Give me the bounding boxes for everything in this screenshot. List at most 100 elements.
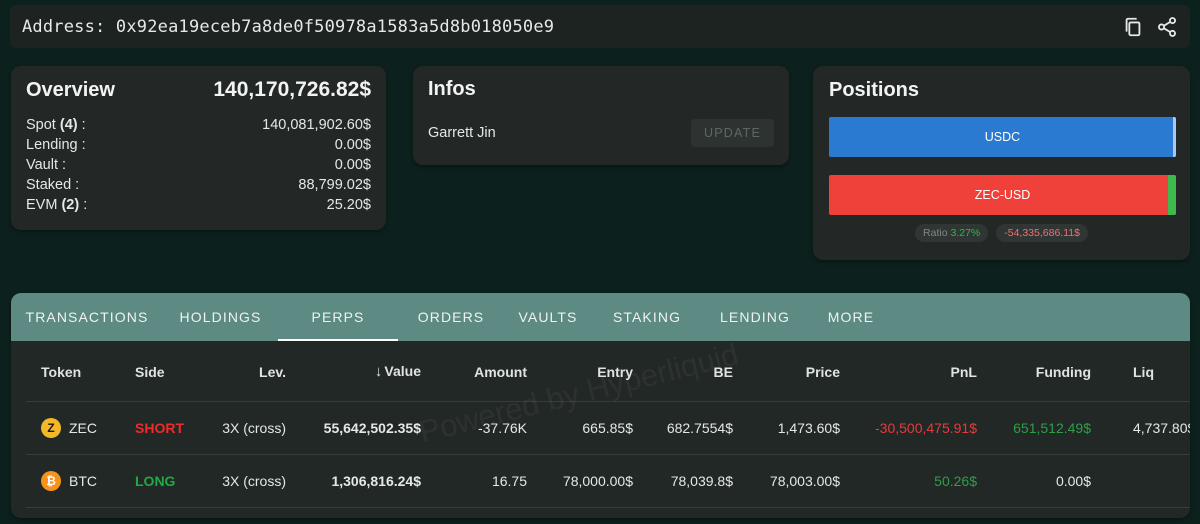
position-bar-usdc[interactable]: USDC (829, 117, 1176, 157)
zcash-coin-icon: Z (41, 417, 61, 438)
cell-lev: 3X (cross) (196, 401, 296, 455)
row-label: Staked : (26, 177, 80, 193)
cell-lev: 3X (cross) (196, 454, 296, 508)
cell-token: Z ZEC (26, 401, 119, 455)
cell-value: 1,306,816.24$ (296, 454, 431, 508)
tab-perps[interactable]: PERPS (278, 293, 398, 341)
col-header-be[interactable]: BE (643, 343, 743, 402)
cell-side: SHORT (119, 401, 196, 455)
address-bar: Address: 0x92ea19eceb7a8de0f50978a1583a5… (10, 5, 1190, 48)
tab-orders[interactable]: ORDERS (398, 293, 504, 341)
row-value: 140,081,902.60$ (262, 117, 371, 133)
col-header-token[interactable]: Token (26, 343, 119, 402)
col-header-side[interactable]: Side (119, 343, 196, 402)
col-header-amount[interactable]: Amount (431, 343, 537, 402)
overview-row-staked: Staked : 88,799.02$ (26, 175, 371, 195)
cell-be: 78,039.8$ (643, 454, 743, 508)
row-value: 0.00$ (334, 157, 371, 173)
perps-panel: TRANSACTIONS HOLDINGS PERPS ORDERS VAULT… (11, 293, 1190, 518)
row-value: 0.00$ (334, 137, 371, 153)
cell-entry: 78,000.00$ (537, 454, 643, 508)
sort-down-icon: ↓ (374, 363, 383, 381)
row-suffix: : (79, 197, 88, 213)
overview-title: Overview (26, 79, 115, 101)
cell-funding: 651,512.49$ (987, 401, 1101, 455)
col-header-label: Value (384, 363, 421, 380)
tab-vaults[interactable]: VAULTS (504, 293, 592, 341)
col-header-entry[interactable]: Entry (537, 343, 643, 402)
cell-entry: 665.85$ (537, 401, 643, 455)
table-row[interactable]: ₿ BTC LONG 3X (cross) 1,306,816.24$ 16.7… (26, 454, 1190, 508)
overview-row-spot: Spot (4) : 140,081,902.60$ (26, 115, 371, 135)
overview-card: Overview 140,170,726.82$ Spot (4) : 140,… (11, 66, 386, 230)
copy-icon[interactable] (1122, 16, 1144, 38)
perps-table-wrap: Token Side Lev. ↓ Value Amount Entry BE P… (26, 343, 1190, 518)
position-bar-end (1168, 175, 1176, 215)
cell-pnl: 50.26$ (850, 454, 987, 508)
address-value: 0x92ea19eceb7a8de0f50978a1583a5d8b018050… (115, 16, 555, 37)
position-badges: Ratio 3.27% -54,335,686.11$ (813, 224, 1190, 242)
cell-price: 78,003.00$ (743, 454, 850, 508)
col-header-liq[interactable]: Liq (1101, 343, 1190, 402)
row-label: Spot (26, 117, 56, 133)
share-icon[interactable] (1156, 16, 1178, 38)
position-bar-zec[interactable]: ZEC-USD (829, 175, 1176, 215)
row-suffix: : (77, 117, 86, 133)
table-header-row: Token Side Lev. ↓ Value Amount Entry BE P… (26, 343, 1190, 402)
tab-more[interactable]: MORE (808, 293, 894, 341)
bitcoin-coin-icon: ₿ (41, 470, 61, 491)
row-count: (4) (59, 117, 78, 133)
tab-holdings[interactable]: HOLDINGS (163, 293, 278, 341)
tab-bar: TRANSACTIONS HOLDINGS PERPS ORDERS VAULT… (11, 293, 1190, 341)
cell-side: LONG (119, 454, 196, 508)
position-bar-label: ZEC-USD (974, 188, 1031, 202)
position-bar-end (1173, 117, 1176, 157)
infos-title: Infos (428, 78, 476, 100)
delta-badge: -54,335,686.11$ (996, 224, 1088, 242)
cell-pnl: -30,500,475.91$ (850, 401, 987, 455)
infos-name: Garrett Jin (428, 125, 496, 141)
overview-rows: Spot (4) : 140,081,902.60$ Lending : 0.0… (26, 115, 371, 215)
row-value: 88,799.02$ (298, 177, 371, 193)
cell-amount: -37.76K (431, 401, 537, 455)
positions-title: Positions (829, 79, 920, 101)
cell-liq (1101, 454, 1190, 508)
update-button[interactable]: UPDATE (691, 119, 774, 147)
row-label: Lending : (26, 137, 86, 153)
col-header-pnl[interactable]: PnL (850, 343, 987, 402)
row-label: Vault : (26, 157, 67, 173)
cell-price: 1,473.60$ (743, 401, 850, 455)
cell-value: 55,642,502.35$ (296, 401, 431, 455)
overview-row-evm: EVM (2) : 25.20$ (26, 195, 371, 215)
table-row[interactable]: Z ZEC SHORT 3X (cross) 55,642,502.35$ -3… (26, 401, 1190, 455)
infos-card: Infos Garrett Jin UPDATE (413, 66, 789, 165)
cell-funding: 0.00$ (987, 454, 1101, 508)
cell-liq: 4,737.80$ (1101, 401, 1190, 455)
tab-lending[interactable]: LENDING (702, 293, 808, 341)
col-header-value[interactable]: ↓ Value (296, 343, 431, 402)
ratio-label: Ratio (923, 227, 948, 239)
tab-transactions[interactable]: TRANSACTIONS (11, 293, 163, 341)
address-text: Address: 0x92ea19eceb7a8de0f50978a1583a5… (22, 17, 554, 37)
address-actions (1122, 16, 1178, 38)
ratio-badge: Ratio 3.27% (915, 224, 989, 242)
cell-be: 682.7554$ (643, 401, 743, 455)
overview-row-lending: Lending : 0.00$ (26, 135, 371, 155)
tab-staking[interactable]: STAKING (592, 293, 702, 341)
col-header-price[interactable]: Price (743, 343, 850, 402)
position-bar-label: USDC (984, 130, 1021, 144)
overview-total: 140,170,726.82$ (213, 78, 371, 101)
token-name: BTC (69, 472, 97, 489)
perps-table: Token Side Lev. ↓ Value Amount Entry BE P… (26, 343, 1190, 508)
col-header-lev[interactable]: Lev. (196, 343, 296, 402)
ratio-value: 3.27% (950, 227, 981, 239)
token-name: ZEC (69, 419, 97, 436)
row-label: EVM (26, 197, 58, 213)
cell-token: ₿ BTC (26, 454, 119, 508)
overview-row-vault: Vault : 0.00$ (26, 155, 371, 175)
row-count: (2) (61, 197, 80, 213)
cell-amount: 16.75 (431, 454, 537, 508)
positions-card: Positions USDC ZEC-USD Ratio 3.27% -54,3… (813, 66, 1190, 260)
row-value: 25.20$ (326, 197, 371, 213)
col-header-funding[interactable]: Funding (987, 343, 1101, 402)
